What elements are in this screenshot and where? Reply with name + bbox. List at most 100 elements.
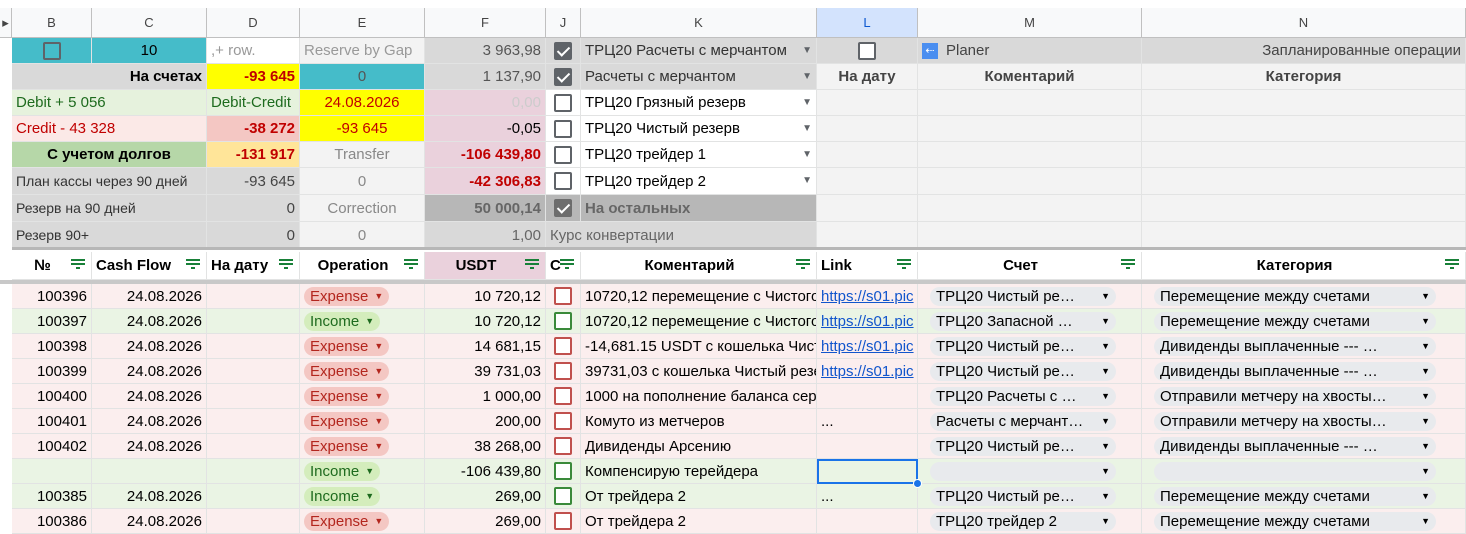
- row-operation[interactable]: Expense ▼: [300, 509, 425, 534]
- column-header-d[interactable]: D: [207, 8, 300, 38]
- row-checkbox[interactable]: [546, 309, 581, 334]
- row-account[interactable]: ТРЦ20 Чистый ре… ▼: [918, 359, 1142, 384]
- account-chip[interactable]: Расчеты с мерчант… ▼: [930, 411, 1116, 431]
- row-category[interactable]: Перемещение между счетами ▼: [1142, 509, 1466, 534]
- row-category[interactable]: Дивиденды выплаченные --- … ▼: [1142, 334, 1466, 359]
- d2-value[interactable]: -93 645: [207, 64, 300, 90]
- k5-account[interactable]: ТРЦ20 трейдер 1 ▼: [581, 142, 817, 168]
- row-number[interactable]: 100386: [12, 509, 92, 534]
- b1-checkbox[interactable]: [12, 38, 92, 64]
- row-checkbox[interactable]: [546, 359, 581, 384]
- row-usdt[interactable]: 10 720,12: [425, 309, 546, 334]
- row-account[interactable]: ТРЦ20 Чистый ре… ▼: [918, 284, 1142, 309]
- row-usdt[interactable]: 39 731,03: [425, 359, 546, 384]
- n-empty[interactable]: [1142, 142, 1466, 168]
- column-header-k[interactable]: K: [581, 8, 817, 38]
- link-text[interactable]: https://s01.pic: [821, 339, 914, 354]
- row-category[interactable]: Перемещение между счетами ▼: [1142, 309, 1466, 334]
- row-usdt[interactable]: 269,00: [425, 484, 546, 509]
- checkbox[interactable]: [554, 145, 572, 164]
- j7-checkbox[interactable]: [546, 195, 581, 222]
- row-comment[interactable]: Комуто из метчеров: [581, 409, 817, 434]
- l-empty[interactable]: [817, 90, 918, 116]
- j4-checkbox[interactable]: [546, 116, 581, 142]
- row-na-datu[interactable]: [207, 509, 300, 534]
- row-operation[interactable]: Expense ▼: [300, 284, 425, 309]
- f1-value[interactable]: 3 963,98: [425, 38, 546, 64]
- c1-value[interactable]: 10: [92, 38, 207, 64]
- j2-checkbox[interactable]: [546, 64, 581, 90]
- row-checkbox[interactable]: [546, 409, 581, 434]
- operation-chip[interactable]: Expense ▼: [304, 286, 390, 306]
- table-header-j[interactable]: С: [546, 252, 581, 280]
- link-text[interactable]: https://s01.pic: [821, 364, 914, 379]
- row-link[interactable]: ...: [817, 409, 918, 434]
- row-checkbox[interactable]: [546, 384, 581, 409]
- n-empty[interactable]: [1142, 195, 1466, 222]
- table-header-f[interactable]: USDT: [425, 252, 546, 280]
- row-comment[interactable]: Дивиденды Арсению: [581, 434, 817, 459]
- debts-label[interactable]: С учетом долгов: [12, 142, 207, 168]
- row-account[interactable]: ТРЦ20 Чистый ре… ▼: [918, 334, 1142, 359]
- checkbox[interactable]: [554, 119, 572, 138]
- row-number[interactable]: 100400: [12, 384, 92, 409]
- link-text[interactable]: https://s01.pic: [821, 289, 914, 304]
- k7-label[interactable]: На остальных: [581, 195, 817, 222]
- filter-icon[interactable]: [1445, 259, 1459, 269]
- row-comment[interactable]: -14,681.15 USDT с кошелька Чистого: [581, 334, 817, 359]
- l-empty[interactable]: [817, 116, 918, 142]
- dropdown-arrow-icon[interactable]: ▼: [798, 176, 812, 186]
- checkbox-checked[interactable]: [554, 41, 572, 60]
- column-header-c[interactable]: C: [92, 8, 207, 38]
- filter-icon[interactable]: [525, 259, 539, 269]
- account-chip[interactable]: ТРЦ20 Расчеты с … ▼: [930, 386, 1116, 406]
- d6-value[interactable]: -93 645: [207, 168, 300, 195]
- row-usdt[interactable]: -106 439,80: [425, 459, 546, 484]
- row-checkbox[interactable]: [546, 434, 581, 459]
- link-text[interactable]: https://s01.pic: [821, 314, 914, 329]
- row-na-datu[interactable]: [207, 384, 300, 409]
- row-operation[interactable]: Income ▼: [300, 484, 425, 509]
- add-row-input[interactable]: ,+ row.: [207, 38, 300, 64]
- row-category[interactable]: Перемещение между счетами ▼: [1142, 484, 1466, 509]
- category-chip[interactable]: Дивиденды выплаченные --- … ▼: [1154, 436, 1436, 456]
- checkbox-checked[interactable]: [554, 199, 572, 217]
- row-number[interactable]: 100401: [12, 409, 92, 434]
- k1-account[interactable]: ТРЦ20 Расчеты с мерчантом ▼: [581, 38, 817, 64]
- column-header-b[interactable]: B: [12, 8, 92, 38]
- freeze-toggle-icon[interactable]: ▸: [0, 8, 12, 38]
- row-category[interactable]: Дивиденды выплаченные --- … ▼: [1142, 434, 1466, 459]
- k6-account[interactable]: ТРЦ20 трейдер 2 ▼: [581, 168, 817, 195]
- account-chip[interactable]: ТРЦ20 Чистый ре… ▼: [930, 486, 1116, 506]
- n-empty[interactable]: [1142, 90, 1466, 116]
- category-chip[interactable]: Перемещение между счетами ▼: [1154, 286, 1436, 306]
- row-date[interactable]: [92, 459, 207, 484]
- checkbox[interactable]: [554, 93, 572, 112]
- f6-value[interactable]: -42 306,83: [425, 168, 546, 195]
- na-schetah-label[interactable]: На счетах: [12, 64, 207, 90]
- checkbox[interactable]: [554, 487, 572, 505]
- table-header-b[interactable]: №: [12, 252, 92, 280]
- m-empty[interactable]: [918, 116, 1142, 142]
- row-account[interactable]: ▼: [918, 459, 1142, 484]
- row-operation[interactable]: Expense ▼: [300, 434, 425, 459]
- column-header-n[interactable]: N: [1142, 8, 1466, 38]
- j1-checkbox[interactable]: [546, 38, 581, 64]
- l-empty[interactable]: [817, 195, 918, 222]
- row-usdt[interactable]: 10 720,12: [425, 284, 546, 309]
- row-account[interactable]: ТРЦ20 трейдер 2 ▼: [918, 509, 1142, 534]
- d5-value[interactable]: -131 917: [207, 142, 300, 168]
- checkbox[interactable]: [42, 41, 61, 60]
- m-empty[interactable]: [918, 222, 1142, 249]
- l2-header[interactable]: На дату: [817, 64, 918, 90]
- e2-value[interactable]: 0: [300, 64, 425, 90]
- row-na-datu[interactable]: [207, 309, 300, 334]
- m-empty[interactable]: [918, 142, 1142, 168]
- row-link[interactable]: ...: [817, 484, 918, 509]
- checkbox-checked[interactable]: [554, 67, 572, 86]
- link-text[interactable]: ...: [821, 489, 834, 504]
- checkbox[interactable]: [858, 41, 876, 60]
- checkbox[interactable]: [554, 437, 572, 455]
- category-chip[interactable]: Перемещение между счетами ▼: [1154, 486, 1436, 506]
- d7-value[interactable]: 0: [207, 195, 300, 222]
